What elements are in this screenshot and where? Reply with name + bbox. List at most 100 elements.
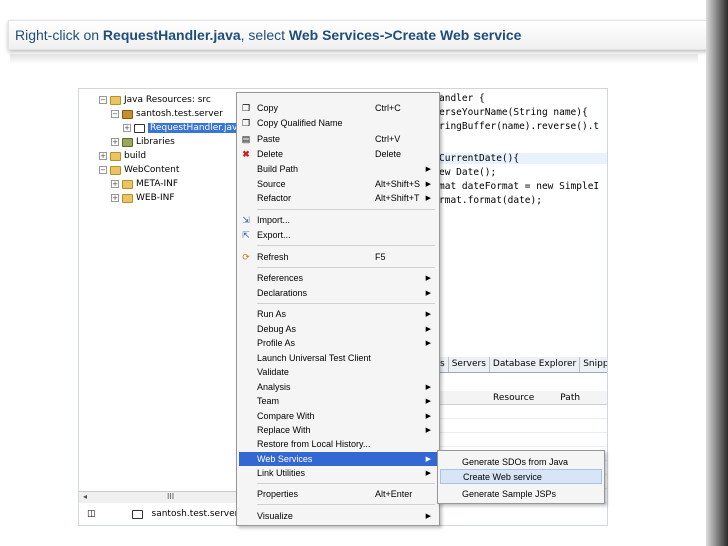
menu-accelerator: Alt+Enter (375, 489, 413, 499)
submenu-arrow-icon: ▶ (425, 384, 431, 391)
menu-item-analysis[interactable]: Analysis ▶ (239, 380, 437, 394)
refresh-icon: ⟳ (242, 251, 250, 262)
menu-item-validate[interactable]: Validate (239, 365, 437, 379)
menu-label: Launch Universal Test Client (257, 353, 371, 363)
tree-item-label: build (124, 151, 147, 161)
menu-item-declarations[interactable]: Declarations ▶ (239, 286, 437, 300)
menu-label: Copy (257, 103, 279, 113)
expand-icon[interactable]: + (123, 124, 131, 132)
menu-accelerator: Alt+Shift+S (375, 179, 421, 189)
code-line: mat dateFormat = new SimpleI (439, 181, 600, 192)
menu-item-restore-history[interactable]: Restore from Local History... (239, 437, 437, 451)
code-line: rmat.format(date); (439, 195, 542, 206)
code-line: erseYourName(String name){ (439, 107, 588, 118)
menu-item-web-services[interactable]: Web Services ▶ (239, 452, 437, 466)
menu-item-copy-qualified-name[interactable]: ❐ Copy Qualified Name (239, 116, 437, 130)
menu-item-debug-as[interactable]: Debug As ▶ (239, 322, 437, 336)
tree-item-java-resources[interactable]: − Java Resources: src (99, 93, 211, 107)
tab-snippets[interactable]: Snippets (580, 357, 607, 372)
submenu-arrow-icon: ▶ (425, 290, 431, 297)
java-file-icon (134, 123, 145, 133)
menu-item-references[interactable]: References ▶ (239, 271, 437, 285)
collapse-icon[interactable]: − (99, 166, 107, 174)
tree-item-webcontent[interactable]: − WebContent (99, 163, 179, 177)
tree-item-label: RequestHandler.java (148, 123, 245, 133)
menu-item-export[interactable]: ⇱ Export... (239, 228, 437, 242)
menu-item-delete[interactable]: ✖ Delete Delete (239, 147, 437, 161)
code-editor[interactable]: andler { erseYourName(String name){ ring… (437, 89, 607, 219)
expand-icon[interactable]: + (111, 180, 119, 188)
horizontal-scrollbar[interactable]: ◂ III (79, 491, 239, 503)
expand-icon[interactable]: + (111, 138, 119, 146)
submenu-arrow-icon: ▶ (425, 398, 431, 405)
scroll-left-icon[interactable]: ◂ (83, 492, 87, 501)
tree-item-libraries[interactable]: + Libraries (111, 135, 175, 149)
submenu-arrow-icon: ▶ (425, 456, 431, 463)
menu-label: Copy Qualified Name (257, 118, 343, 128)
menu-item-launch-utc[interactable]: Launch Universal Test Client (239, 351, 437, 365)
title-shadow (10, 54, 698, 64)
submenu-arrow-icon: ▶ (425, 470, 431, 477)
menu-item-source[interactable]: Source Alt+Shift+S ▶ (239, 177, 437, 191)
project-explorer: − Java Resources: src − santosh.test.serve… (79, 89, 245, 489)
submenu-item-generate-sdos[interactable]: Generate SDOs from Java (440, 454, 602, 469)
tab-servers[interactable]: Servers (449, 357, 490, 372)
tree-item-requesthandler[interactable]: + RequestHandler.java (123, 121, 245, 135)
collapse-icon[interactable]: − (111, 110, 119, 118)
views-tab-bar: s Servers Database Explorer Snippets (437, 357, 607, 373)
title-file: RequestHandler.java (102, 27, 241, 43)
menu-label: Link Utilities (257, 468, 306, 478)
submenu-item-create-web-service[interactable]: Create Web service (440, 469, 602, 484)
menu-item-copy[interactable]: ❐ Copy Ctrl+C (239, 101, 437, 115)
menu-item-refactor[interactable]: Refactor Alt+Shift+T ▶ (239, 191, 437, 205)
submenu-item-generate-sample-jsps[interactable]: Generate Sample JSPs (440, 486, 602, 501)
submenu-arrow-icon: ▶ (425, 181, 431, 188)
menu-item-team[interactable]: Team ▶ (239, 394, 437, 408)
menu-accelerator: Ctrl+C (375, 103, 401, 113)
menu-item-replace-with[interactable]: Replace With ▶ (239, 423, 437, 437)
menu-label: Import... (257, 215, 291, 225)
tree-item-meta-inf[interactable]: + META-INF (111, 177, 178, 191)
scroll-thumb[interactable]: III (167, 492, 174, 501)
menu-label: Web Services (257, 454, 313, 464)
tree-item-build[interactable]: + build (99, 149, 146, 163)
copy-icon: ❐ (241, 102, 251, 113)
tree-item-label: Libraries (136, 137, 175, 147)
menu-accelerator: Ctrl+V (375, 134, 401, 144)
delete-icon: ✖ (242, 148, 250, 159)
menu-item-visualize[interactable]: Visualize ▶ (239, 509, 437, 523)
menu-separator (257, 504, 435, 505)
collapse-icon[interactable]: − (99, 96, 107, 104)
menu-item-profile-as[interactable]: Profile As ▶ (239, 336, 437, 350)
folder-icon (122, 179, 133, 189)
menu-label: Refresh (257, 252, 289, 262)
expand-icon[interactable]: + (111, 194, 119, 202)
menu-accelerator: Alt+Shift+T (375, 193, 420, 203)
submenu-arrow-icon: ▶ (425, 275, 431, 282)
menu-item-link-utilities[interactable]: Link Utilities ▶ (239, 466, 437, 480)
menu-item-compare-with[interactable]: Compare With ▶ (239, 409, 437, 423)
menu-label: Run As (257, 309, 287, 319)
java-file-icon (131, 509, 143, 519)
submenu-arrow-icon: ▶ (425, 513, 431, 520)
menu-item-run-as[interactable]: Run As ▶ (239, 307, 437, 321)
tree-item-package[interactable]: − santosh.test.server (111, 107, 223, 121)
menu-item-paste[interactable]: ▤ Paste Ctrl+V (239, 132, 437, 146)
column-path[interactable]: Path (550, 391, 580, 404)
submenu-arrow-icon: ▶ (425, 340, 431, 347)
menu-label: Delete (257, 149, 284, 159)
menu-label: Compare With (257, 411, 315, 421)
tree-item-web-inf[interactable]: + WEB-INF (111, 191, 175, 205)
column-resource[interactable]: Resource (483, 391, 534, 404)
menu-item-build-path[interactable]: Build Path ▶ (239, 162, 437, 176)
menu-separator (257, 245, 435, 246)
folder-icon (110, 95, 121, 105)
submenu-arrow-icon: ▶ (425, 326, 431, 333)
expand-icon[interactable]: + (99, 152, 107, 160)
slide-title: Right-click on RequestHandler.java, sele… (8, 20, 713, 50)
tab-database-explorer[interactable]: Database Explorer (490, 357, 581, 372)
copy-icon: ❐ (241, 117, 251, 128)
menu-item-refresh[interactable]: ⟳ Refresh F5 (239, 250, 437, 264)
menu-item-import[interactable]: ⇲ Import... (239, 213, 437, 227)
menu-item-properties[interactable]: Properties Alt+Enter (239, 487, 437, 501)
